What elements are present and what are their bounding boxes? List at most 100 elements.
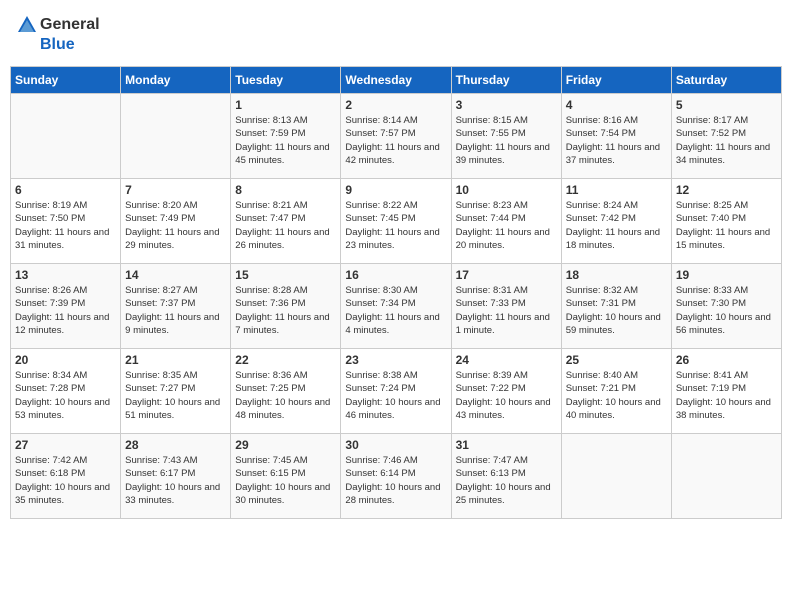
day-number: 14 bbox=[125, 268, 226, 282]
day-number: 19 bbox=[676, 268, 777, 282]
day-number: 3 bbox=[456, 98, 557, 112]
day-header-sunday: Sunday bbox=[11, 67, 121, 94]
logo: General Blue bbox=[16, 14, 100, 54]
day-info: Sunrise: 8:26 AM Sunset: 7:39 PM Dayligh… bbox=[15, 284, 116, 337]
day-info: Sunrise: 8:27 AM Sunset: 7:37 PM Dayligh… bbox=[125, 284, 226, 337]
day-number: 6 bbox=[15, 183, 116, 197]
day-number: 15 bbox=[235, 268, 336, 282]
calendar-cell: 15 Sunrise: 8:28 AM Sunset: 7:36 PM Dayli… bbox=[231, 264, 341, 349]
day-number: 5 bbox=[676, 98, 777, 112]
day-number: 4 bbox=[566, 98, 667, 112]
calendar-cell: 29 Sunrise: 7:45 AM Sunset: 6:15 PM Dayli… bbox=[231, 434, 341, 519]
day-info: Sunrise: 8:20 AM Sunset: 7:49 PM Dayligh… bbox=[125, 199, 226, 252]
day-info: Sunrise: 8:22 AM Sunset: 7:45 PM Dayligh… bbox=[345, 199, 446, 252]
calendar-cell: 5Sunrise: 8:17 AM Sunset: 7:52 PM Daylig… bbox=[671, 94, 781, 179]
day-info: Sunrise: 8:24 AM Sunset: 7:42 PM Dayligh… bbox=[566, 199, 667, 252]
day-info: Sunrise: 8:35 AM Sunset: 7:27 PM Dayligh… bbox=[125, 369, 226, 422]
day-info: Sunrise: 8:15 AM Sunset: 7:55 PM Dayligh… bbox=[456, 114, 557, 167]
calendar-cell: 22 Sunrise: 8:36 AM Sunset: 7:25 PM Dayli… bbox=[231, 349, 341, 434]
calendar-week-2: 6 Sunrise: 8:19 AM Sunset: 7:50 PM Daylig… bbox=[11, 179, 782, 264]
day-info: Sunrise: 8:36 AM Sunset: 7:25 PM Dayligh… bbox=[235, 369, 336, 422]
calendar-cell: 23 Sunrise: 8:38 AM Sunset: 7:24 PM Dayli… bbox=[341, 349, 451, 434]
day-number: 25 bbox=[566, 353, 667, 367]
day-number: 7 bbox=[125, 183, 226, 197]
calendar-cell: 21 Sunrise: 8:35 AM Sunset: 7:27 PM Dayli… bbox=[121, 349, 231, 434]
day-number: 26 bbox=[676, 353, 777, 367]
logo-text-blue: Blue bbox=[40, 36, 75, 54]
day-info: Sunrise: 8:14 AM Sunset: 7:57 PM Dayligh… bbox=[345, 114, 446, 167]
day-info: Sunrise: 8:21 AM Sunset: 7:47 PM Dayligh… bbox=[235, 199, 336, 252]
day-info: Sunrise: 8:16 AM Sunset: 7:54 PM Dayligh… bbox=[566, 114, 667, 167]
calendar-cell: 2 Sunrise: 8:14 AM Sunset: 7:57 PM Daylig… bbox=[341, 94, 451, 179]
day-info: Sunrise: 8:28 AM Sunset: 7:36 PM Dayligh… bbox=[235, 284, 336, 337]
calendar-week-5: 27Sunrise: 7:42 AM Sunset: 6:18 PM Dayli… bbox=[11, 434, 782, 519]
calendar-cell: 3 Sunrise: 8:15 AM Sunset: 7:55 PM Daylig… bbox=[451, 94, 561, 179]
page-header: General Blue bbox=[10, 10, 782, 58]
day-number: 31 bbox=[456, 438, 557, 452]
day-number: 24 bbox=[456, 353, 557, 367]
day-info: Sunrise: 7:47 AM Sunset: 6:13 PM Dayligh… bbox=[456, 454, 557, 507]
calendar-cell: 31 Sunrise: 7:47 AM Sunset: 6:13 PM Dayli… bbox=[451, 434, 561, 519]
calendar-cell: 25 Sunrise: 8:40 AM Sunset: 7:21 PM Dayli… bbox=[561, 349, 671, 434]
calendar-cell bbox=[121, 94, 231, 179]
day-info: Sunrise: 8:39 AM Sunset: 7:22 PM Dayligh… bbox=[456, 369, 557, 422]
day-number: 28 bbox=[125, 438, 226, 452]
calendar-cell: 17 Sunrise: 8:31 AM Sunset: 7:33 PM Dayli… bbox=[451, 264, 561, 349]
calendar-cell bbox=[561, 434, 671, 519]
day-number: 21 bbox=[125, 353, 226, 367]
calendar-cell: 1Sunrise: 8:13 AM Sunset: 7:59 PM Daylig… bbox=[231, 94, 341, 179]
day-header-monday: Monday bbox=[121, 67, 231, 94]
day-header-wednesday: Wednesday bbox=[341, 67, 451, 94]
day-header-tuesday: Tuesday bbox=[231, 67, 341, 94]
calendar-cell bbox=[11, 94, 121, 179]
calendar-cell: 18 Sunrise: 8:32 AM Sunset: 7:31 PM Dayli… bbox=[561, 264, 671, 349]
calendar-cell: 8 Sunrise: 8:21 AM Sunset: 7:47 PM Daylig… bbox=[231, 179, 341, 264]
day-number: 23 bbox=[345, 353, 446, 367]
calendar-cell: 12 Sunrise: 8:25 AM Sunset: 7:40 PM Dayli… bbox=[671, 179, 781, 264]
day-header-thursday: Thursday bbox=[451, 67, 561, 94]
day-info: Sunrise: 8:25 AM Sunset: 7:40 PM Dayligh… bbox=[676, 199, 777, 252]
calendar-cell: 16Sunrise: 8:30 AM Sunset: 7:34 PM Dayli… bbox=[341, 264, 451, 349]
day-info: Sunrise: 7:43 AM Sunset: 6:17 PM Dayligh… bbox=[125, 454, 226, 507]
calendar-week-1: 1Sunrise: 8:13 AM Sunset: 7:59 PM Daylig… bbox=[11, 94, 782, 179]
day-info: Sunrise: 8:19 AM Sunset: 7:50 PM Dayligh… bbox=[15, 199, 116, 252]
calendar-cell: 28 Sunrise: 7:43 AM Sunset: 6:17 PM Dayli… bbox=[121, 434, 231, 519]
day-info: Sunrise: 8:41 AM Sunset: 7:19 PM Dayligh… bbox=[676, 369, 777, 422]
logo-text-general: General bbox=[40, 16, 100, 34]
calendar-cell: 26 Sunrise: 8:41 AM Sunset: 7:19 PM Dayli… bbox=[671, 349, 781, 434]
calendar-cell: 13Sunrise: 8:26 AM Sunset: 7:39 PM Dayli… bbox=[11, 264, 121, 349]
calendar-cell: 24 Sunrise: 8:39 AM Sunset: 7:22 PM Dayli… bbox=[451, 349, 561, 434]
day-info: Sunrise: 8:32 AM Sunset: 7:31 PM Dayligh… bbox=[566, 284, 667, 337]
day-info: Sunrise: 8:33 AM Sunset: 7:30 PM Dayligh… bbox=[676, 284, 777, 337]
calendar-cell: 10Sunrise: 8:23 AM Sunset: 7:44 PM Dayli… bbox=[451, 179, 561, 264]
calendar-table: SundayMondayTuesdayWednesdayThursdayFrid… bbox=[10, 66, 782, 519]
day-header-friday: Friday bbox=[561, 67, 671, 94]
day-number: 20 bbox=[15, 353, 116, 367]
day-info: Sunrise: 8:13 AM Sunset: 7:59 PM Dayligh… bbox=[235, 114, 336, 167]
day-number: 2 bbox=[345, 98, 446, 112]
day-header-saturday: Saturday bbox=[671, 67, 781, 94]
day-info: Sunrise: 8:23 AM Sunset: 7:44 PM Dayligh… bbox=[456, 199, 557, 252]
day-info: Sunrise: 8:38 AM Sunset: 7:24 PM Dayligh… bbox=[345, 369, 446, 422]
day-number: 11 bbox=[566, 183, 667, 197]
calendar-cell: 9Sunrise: 8:22 AM Sunset: 7:45 PM Daylig… bbox=[341, 179, 451, 264]
day-info: Sunrise: 8:34 AM Sunset: 7:28 PM Dayligh… bbox=[15, 369, 116, 422]
day-number: 30 bbox=[345, 438, 446, 452]
calendar-week-3: 13Sunrise: 8:26 AM Sunset: 7:39 PM Dayli… bbox=[11, 264, 782, 349]
calendar-header-row: SundayMondayTuesdayWednesdayThursdayFrid… bbox=[11, 67, 782, 94]
day-number: 17 bbox=[456, 268, 557, 282]
calendar-cell: 30 Sunrise: 7:46 AM Sunset: 6:14 PM Dayli… bbox=[341, 434, 451, 519]
calendar-cell bbox=[671, 434, 781, 519]
day-info: Sunrise: 7:45 AM Sunset: 6:15 PM Dayligh… bbox=[235, 454, 336, 507]
day-info: Sunrise: 8:40 AM Sunset: 7:21 PM Dayligh… bbox=[566, 369, 667, 422]
day-number: 22 bbox=[235, 353, 336, 367]
calendar-cell: 19 Sunrise: 8:33 AM Sunset: 7:30 PM Dayli… bbox=[671, 264, 781, 349]
day-info: Sunrise: 8:31 AM Sunset: 7:33 PM Dayligh… bbox=[456, 284, 557, 337]
day-number: 8 bbox=[235, 183, 336, 197]
day-number: 12 bbox=[676, 183, 777, 197]
day-number: 18 bbox=[566, 268, 667, 282]
calendar-week-4: 20 Sunrise: 8:34 AM Sunset: 7:28 PM Dayli… bbox=[11, 349, 782, 434]
day-info: Sunrise: 7:46 AM Sunset: 6:14 PM Dayligh… bbox=[345, 454, 446, 507]
calendar-cell: 6 Sunrise: 8:19 AM Sunset: 7:50 PM Daylig… bbox=[11, 179, 121, 264]
day-number: 29 bbox=[235, 438, 336, 452]
